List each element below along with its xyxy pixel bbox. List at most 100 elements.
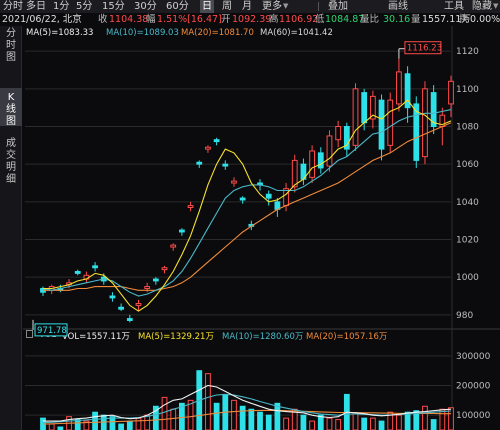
candle-up [309,150,315,178]
volume-bar-up [309,420,315,430]
candle-down [317,152,324,169]
tab-60min[interactable]: 60分 [166,0,189,13]
candle-down [126,318,133,321]
candle-up [135,303,142,306]
tab-daily[interactable]: 日 [200,0,214,13]
sidebar-item-trade-details[interactable]: 成交明细 [0,136,22,188]
volume-bar-up [335,419,342,430]
candle-up [231,180,237,184]
tab-intraday[interactable]: 分时 [3,0,23,13]
quote-info-bar: 2021/06/22, 北京 收 1104.38 幅 1.51%[16.47] … [0,13,500,26]
tab-30min[interactable]: 30分 [134,0,157,13]
overlay-button[interactable]: 叠加 [328,0,348,13]
candle-up [396,71,402,105]
tab-15min[interactable]: 15分 [102,0,125,13]
tab-monthly[interactable]: 月 [242,0,252,13]
volume-bar-down [74,419,81,430]
change-label: 幅 [146,14,156,25]
volume-bar-up [352,413,359,430]
volume-bar-down [274,402,281,430]
date-location: 2021/06/22, 北京 [2,14,82,25]
volume-bar-up [439,408,446,430]
kline-chart[interactable]: 980 1000 1020 1040 1060 1080 1100 1120 100000 200… [23,26,500,430]
candle-up [205,146,211,150]
volume-tick-label: 100000 [456,411,491,421]
candle-up [187,205,194,208]
volume-bar-down [300,414,307,430]
volume-bar-up [161,396,168,430]
candle-down [265,193,272,199]
candle-up [144,286,151,289]
volume-bar-up [422,405,428,430]
close-label: 收 [98,14,108,25]
change-value: 1.51%[16.47] [157,14,222,25]
candle-down [196,161,203,165]
hide-button[interactable]: 隐藏 [472,0,492,13]
price-tick-label: 1020 [456,235,479,245]
candle-down [239,197,246,201]
tab-more[interactable]: 更多 [262,0,282,13]
candle-down [213,139,220,143]
volume-ratio-label: 量比 [360,14,380,25]
volume-bar-down [430,419,437,430]
low-marker-label: 971.78 [37,326,67,336]
draw-line-button[interactable]: 画线 [388,0,408,13]
volume-bar-down [404,411,411,430]
candle-up [326,135,333,167]
period-toolbar: 分时 多日 1分 5分 15分 30分 60分 日 周 月 更多 ▼ 叠加 画线… [0,0,500,13]
sidebar-item-intraday[interactable]: 分时图 [0,26,22,63]
open-label: 开 [221,14,231,25]
candle-up [170,244,177,248]
candle-up [387,99,394,146]
volume-bar-up [48,423,55,430]
volume-bar-down [361,417,368,430]
low-value: 1084.87 [325,14,365,25]
volume-bar-up [170,408,177,430]
high-marker-label: 1116.23 [407,44,442,54]
tab-multi-day[interactable]: 多日 [26,0,46,13]
volume-bar-up [326,417,333,430]
open-value: 1092.39 [232,14,272,25]
volume-bar-down [257,411,263,430]
volume-bar-up [231,399,237,430]
candle-down [378,99,385,150]
price-tick-label: 1000 [456,273,479,283]
sidebar-item-kline[interactable]: K线图 [0,88,22,127]
candle-up [161,267,168,271]
high-value: 1106.92 [279,14,319,25]
tab-5min[interactable]: 5分 [76,0,92,13]
toolbar-divider [318,2,319,11]
volume-bar-down [126,420,133,430]
candle-up [291,159,298,188]
candle-down [109,295,116,299]
candle-down [361,92,368,124]
left-sidebar: 分时图 K线图 成交明细 [0,26,22,430]
tab-1min[interactable]: 1分 [53,0,69,13]
candle-up [448,80,454,105]
price-tick-label: 1080 [456,123,479,133]
tab-weekly[interactable]: 周 [222,0,232,13]
candle-up [352,88,359,146]
volume-bar-down [239,405,246,430]
volume-bar-up [144,414,151,430]
price-tick-label: 1100 [456,85,479,95]
price-tick-label: 1060 [456,160,479,170]
high-label: 高 [269,14,279,25]
volume-tick-label: 200000 [456,382,491,392]
more-dropdown-icon[interactable]: ▼ [283,0,288,13]
volume-bar-down [378,420,385,430]
volume-label: 量 [411,14,421,25]
volume-bar-up [369,417,376,430]
candle-down [74,271,81,274]
turnover-value: 0.00% [470,14,500,25]
volume-bar-down [118,423,125,430]
sidebar-item-label: 分时图 [6,28,16,63]
hide-dropdown-icon[interactable]: ▼ [493,0,498,13]
volume-bar-up [205,373,211,430]
sidebar-item-label: K线图 [6,92,16,127]
volume-ma5-line [43,384,452,422]
candle-up [283,188,289,207]
tools-button[interactable]: 工具 [444,0,464,13]
sidebar-item-label: 成交明细 [6,138,16,185]
low-label: 低 [315,14,325,25]
